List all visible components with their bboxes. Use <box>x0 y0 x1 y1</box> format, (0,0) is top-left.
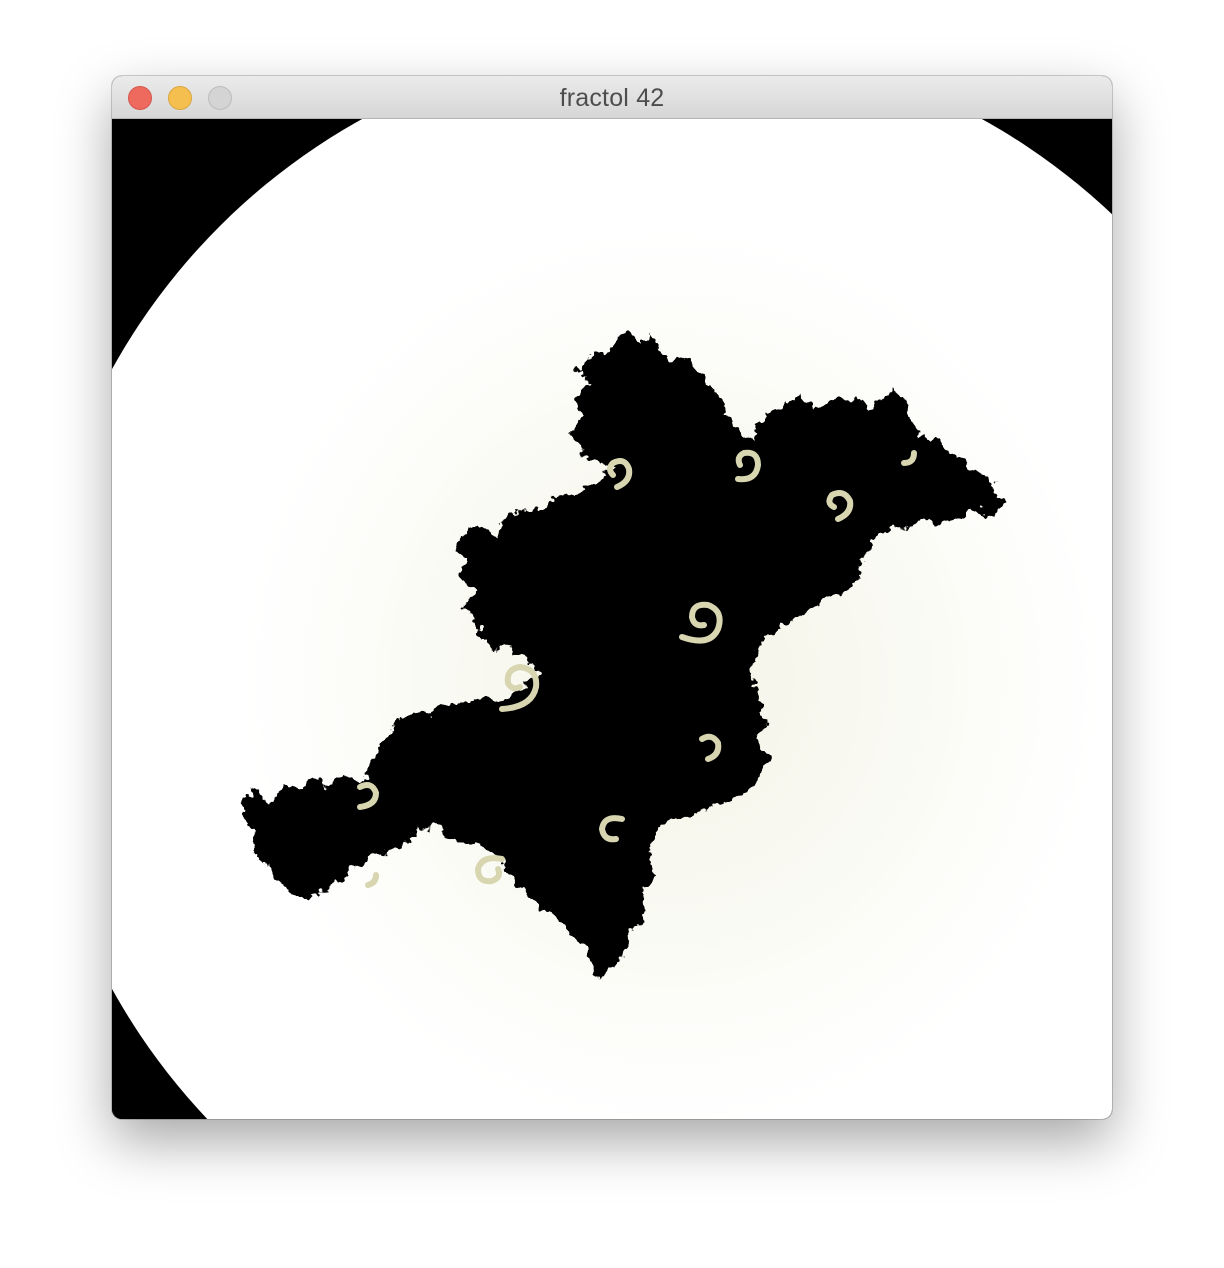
title-bar[interactable]: fractol 42 <box>112 76 1112 119</box>
julia-set-render <box>112 119 1112 1119</box>
app-window: fractol 42 <box>112 76 1112 1119</box>
window-title: fractol 42 <box>559 84 665 112</box>
fractal-canvas[interactable] <box>112 119 1112 1119</box>
